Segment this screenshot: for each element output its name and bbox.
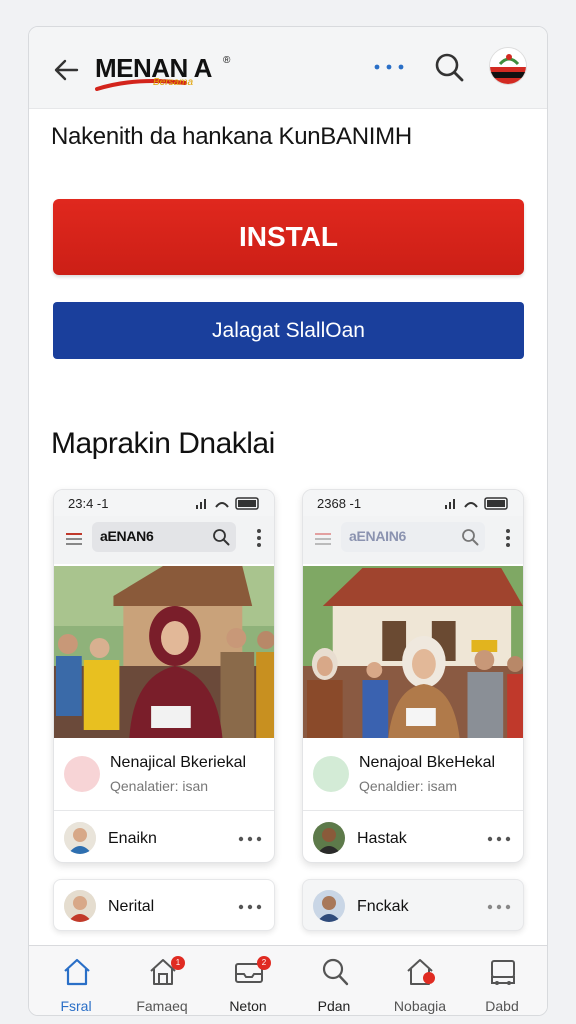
nav-item-neton[interactable]: 2 Neton bbox=[205, 946, 291, 1015]
card-info: Nenajical Bkeriekal Qenalatier: isan bbox=[54, 740, 274, 810]
user-name: Fnckak bbox=[357, 898, 409, 915]
search-bar[interactable]: aENAIN6 bbox=[341, 522, 485, 552]
list-item[interactable]: Fnckak bbox=[302, 879, 524, 931]
user-name: Nerital bbox=[108, 898, 155, 915]
more-vertical-icon[interactable] bbox=[505, 528, 511, 548]
registered-mark: ® bbox=[223, 55, 231, 66]
search-icon[interactable] bbox=[212, 528, 230, 546]
nav-label: Neton bbox=[229, 998, 267, 1014]
section-title: Maprakin Dnaklai bbox=[51, 427, 275, 460]
nav-item-famaeq[interactable]: 1 Famaeq bbox=[119, 946, 205, 1015]
install-button[interactable]: INSTAL bbox=[53, 199, 524, 275]
divider bbox=[54, 810, 274, 811]
user-name: Hastak bbox=[357, 830, 407, 847]
user-row[interactable]: Enaikn bbox=[54, 812, 274, 862]
menu-icon[interactable] bbox=[315, 532, 331, 546]
preview-card[interactable]: 2368 -1 aENAIN6 Nenajoal BkeHekal Qenald… bbox=[302, 489, 524, 863]
news-photo[interactable] bbox=[54, 566, 274, 738]
user-row[interactable]: Hastak bbox=[303, 812, 523, 862]
category-dot bbox=[64, 756, 100, 792]
status-time: 2368 -1 bbox=[317, 496, 362, 511]
card-subtitle: Qenalatier: isan bbox=[110, 778, 209, 794]
avatar bbox=[64, 890, 96, 922]
notification-badge: 1 bbox=[171, 956, 185, 970]
user-name: Enaikn bbox=[108, 830, 157, 847]
nav-item-nobagia[interactable]: Nobagia bbox=[377, 946, 463, 1015]
notification-badge: 2 bbox=[257, 956, 271, 970]
page-headline: Nakenith da hankana KunBANIMH bbox=[51, 123, 412, 150]
house-alert-icon bbox=[407, 959, 435, 985]
back-arrow-icon[interactable] bbox=[51, 55, 81, 85]
avatar bbox=[64, 822, 96, 854]
top-app-bar: MENAN A Bersama ® bbox=[29, 27, 547, 109]
avatar bbox=[313, 822, 345, 854]
more-horizontal-icon[interactable] bbox=[487, 836, 511, 842]
nav-label: Nobagia bbox=[393, 998, 447, 1014]
more-horizontal-icon[interactable] bbox=[487, 904, 511, 910]
flag-avatar[interactable] bbox=[489, 47, 527, 85]
home-icon bbox=[64, 958, 90, 986]
avatar bbox=[313, 890, 345, 922]
more-vertical-icon[interactable] bbox=[256, 528, 262, 548]
nav-label: Fsral bbox=[60, 998, 92, 1014]
secondary-action-button[interactable]: Jalagat SlallOan bbox=[53, 302, 524, 359]
bottom-navigation: Fsral 1 Famaeq 2 Neton Pdan Nobagia Dabd bbox=[29, 945, 547, 1015]
menu-icon[interactable] bbox=[66, 532, 82, 546]
status-time: 23:4 -1 bbox=[68, 496, 109, 511]
signal-wifi-battery-icon bbox=[445, 497, 508, 510]
preview-card[interactable]: 23:4 -1 aENAN6 Nenajical Bkeriekal Qenal… bbox=[53, 489, 275, 863]
nav-label: Dabd bbox=[485, 998, 519, 1014]
nav-item-search[interactable]: Pdan bbox=[291, 946, 377, 1015]
search-bar[interactable]: aENAN6 bbox=[92, 522, 236, 552]
logo-tagline: Bersama bbox=[153, 77, 194, 88]
nav-label: Famaeq bbox=[136, 998, 188, 1014]
brand-name: aENAN6 bbox=[100, 528, 154, 544]
nav-item-home[interactable]: Fsral bbox=[33, 946, 119, 1015]
list-item[interactable]: Nerital bbox=[53, 879, 275, 931]
news-photo[interactable] bbox=[303, 566, 523, 738]
more-horizontal-icon[interactable] bbox=[238, 904, 262, 910]
nav-item-dabd[interactable]: Dabd bbox=[459, 946, 545, 1015]
brand-name: aENAIN6 bbox=[349, 528, 407, 544]
card-title[interactable]: Nenajical Bkeriekal bbox=[110, 754, 246, 772]
card-subtitle: Qenaldier: isam bbox=[359, 778, 458, 794]
card-info: Nenajoal BkeHekal Qenaldier: isam bbox=[303, 740, 523, 810]
device-icon bbox=[491, 960, 515, 985]
category-dot bbox=[313, 756, 349, 792]
search-icon bbox=[322, 958, 349, 986]
app-window: MENAN A Bersama ® Nakenith da hankana Ku… bbox=[28, 26, 548, 1016]
status-bar: 23:4 -1 bbox=[54, 490, 274, 516]
signal-wifi-battery-icon bbox=[196, 497, 259, 510]
divider bbox=[303, 810, 523, 811]
search-icon[interactable] bbox=[461, 528, 479, 546]
nav-label: Pdan bbox=[317, 998, 351, 1014]
more-horizontal-icon[interactable] bbox=[238, 836, 262, 842]
search-icon[interactable] bbox=[433, 51, 465, 83]
card-title[interactable]: Nenajoal BkeHekal bbox=[359, 754, 495, 772]
more-horizontal-icon[interactable] bbox=[369, 57, 409, 77]
brand-logo[interactable]: MENAN A Bersama ® bbox=[95, 53, 245, 93]
status-bar: 2368 -1 bbox=[303, 490, 523, 516]
